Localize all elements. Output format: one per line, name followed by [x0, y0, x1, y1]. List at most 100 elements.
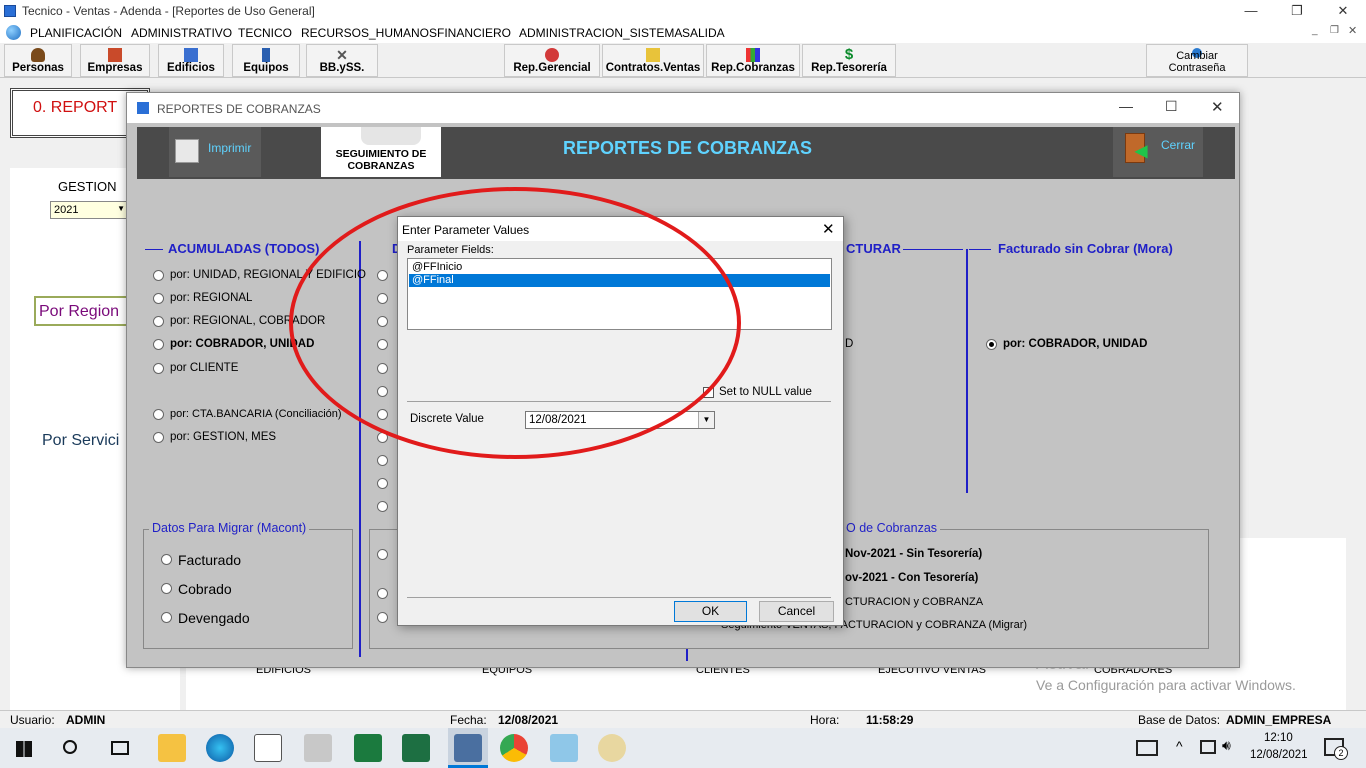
- cancel-button[interactable]: Cancel: [759, 601, 834, 622]
- group3-option: D: [845, 338, 854, 350]
- chrome-icon[interactable]: [500, 734, 528, 762]
- edge-icon[interactable]: [206, 734, 234, 762]
- radio-group2-3[interactable]: [377, 316, 388, 327]
- edificios-button[interactable]: Edificios: [158, 44, 224, 77]
- opt-devengado: Devengado: [178, 610, 250, 626]
- minimize-button[interactable]: —: [1228, 0, 1274, 22]
- keyboard-icon[interactable]: [1136, 740, 1158, 756]
- ok-button[interactable]: OK: [674, 601, 747, 622]
- reportes-title-bar: REPORTES DE COBRANZAS — ☐ ✕: [127, 93, 1239, 123]
- radio-cobrador-unidad[interactable]: [153, 339, 164, 350]
- radio-facturado[interactable]: [161, 554, 172, 565]
- radio-group2-5[interactable]: [377, 363, 388, 374]
- opt-sin-tesoreria[interactable]: Nov-2021 - Sin Tesorería): [845, 548, 982, 560]
- field-ffinicio[interactable]: @FFInicio: [409, 261, 830, 274]
- usuario-value: ADMIN: [66, 713, 106, 727]
- radio-mora-cobrador-unidad[interactable]: [986, 339, 997, 350]
- por-region-button[interactable]: Por Region: [34, 296, 130, 326]
- radio-group2-9[interactable]: [377, 455, 388, 466]
- migrar-group: [143, 529, 353, 649]
- task-view-icon[interactable]: [111, 741, 129, 755]
- equipos-button[interactable]: Equipos: [232, 44, 300, 77]
- discrete-value-input[interactable]: 12/08/2021 ▼: [525, 411, 715, 429]
- seguimiento-button[interactable]: SEGUIMIENTO DE COBRANZAS: [321, 127, 441, 177]
- radio-group2-2[interactable]: [377, 293, 388, 304]
- radio-lower-1[interactable]: [377, 549, 388, 560]
- vnc-icon[interactable]: [254, 734, 282, 762]
- mdi-minimize-icon[interactable]: _: [1312, 25, 1318, 36]
- menu-administrativo[interactable]: ADMINISTRATIVO: [131, 26, 232, 40]
- menu-planificacion[interactable]: PLANIFICACIÓN: [30, 26, 122, 40]
- paint-icon[interactable]: [598, 734, 626, 762]
- dropdown-chevron-icon[interactable]: ▼: [698, 412, 714, 428]
- cambiar-contrasena-button[interactable]: Cambiar Contraseña: [1146, 44, 1248, 77]
- search-icon[interactable]: [63, 740, 77, 754]
- null-checkbox[interactable]: [703, 387, 714, 398]
- radio-gestion-mes[interactable]: [153, 432, 164, 443]
- radio-lower-3[interactable]: [377, 612, 388, 623]
- active-app-tab[interactable]: [448, 728, 488, 768]
- radio-devengado[interactable]: [161, 612, 172, 623]
- radio-regional[interactable]: [153, 293, 164, 304]
- radio-group2-10[interactable]: [377, 478, 388, 489]
- opt-unidad-regional-edificio: por: UNIDAD, REGIONAL Y EDIFICIO: [170, 269, 366, 281]
- menu-recursos-humanos[interactable]: RECURSOS_HUMANOS: [301, 26, 437, 40]
- field-ffinal[interactable]: @FFinal: [409, 274, 830, 287]
- mdi-close-icon[interactable]: ✕: [1348, 24, 1357, 37]
- status-bar: Usuario: ADMIN Fecha: 12/08/2021 Hora: 1…: [0, 710, 1366, 728]
- project-icon[interactable]: [354, 734, 382, 762]
- windows-start-icon[interactable]: [16, 741, 32, 757]
- radio-unidad-regional-edificio[interactable]: [153, 270, 164, 281]
- radio-cobrado[interactable]: [161, 583, 172, 594]
- network-icon[interactable]: [1200, 740, 1216, 754]
- hora-value: 11:58:29: [866, 713, 914, 727]
- rep-cobranzas-button[interactable]: Rep.Cobranzas: [706, 44, 800, 77]
- clock-date[interactable]: 12/08/2021: [1250, 749, 1308, 761]
- file-explorer-icon[interactable]: [158, 734, 186, 762]
- radio-group2-6[interactable]: [377, 386, 388, 397]
- rep-minimize-button[interactable]: —: [1119, 98, 1133, 114]
- chevron-up-icon[interactable]: ^: [1176, 738, 1183, 754]
- rep-close-button[interactable]: ✕: [1211, 98, 1224, 116]
- opt-gestion-mes: por: GESTION, MES: [170, 431, 277, 443]
- notes-app-icon[interactable]: [550, 734, 578, 762]
- opt-con-tesoreria[interactable]: ov-2021 - Con Tesorería): [845, 572, 978, 584]
- close-button[interactable]: ✕: [1320, 0, 1366, 22]
- menu-financiero[interactable]: FINANCIERO: [437, 26, 511, 40]
- imprimir-button[interactable]: Imprimir: [169, 127, 261, 177]
- mdi-restore-icon[interactable]: ❐: [1330, 25, 1339, 36]
- cerrar-button[interactable]: ◀ Cerrar: [1113, 127, 1203, 177]
- opt-facturacion-cobranza[interactable]: CTURACION y COBRANZA: [845, 596, 983, 608]
- menu-administracion-sistema[interactable]: ADMINISTRACION_SISTEMA: [519, 26, 682, 40]
- radio-group2-4[interactable]: [377, 339, 388, 350]
- rep-gerencial-button[interactable]: Rep.Gerencial: [504, 44, 600, 77]
- menu-tecnico[interactable]: TECNICO: [238, 26, 292, 40]
- printer-icon: [175, 139, 199, 163]
- contratos-ventas-button[interactable]: Contratos.Ventas: [602, 44, 704, 77]
- excel-icon[interactable]: [402, 734, 430, 762]
- radio-cta-bancaria[interactable]: [153, 409, 164, 420]
- radio-group2-11[interactable]: [377, 501, 388, 512]
- empresas-button[interactable]: Empresas: [80, 44, 150, 77]
- gestion-select[interactable]: 2021 ▼: [50, 201, 128, 219]
- clock-time[interactable]: 12:10: [1264, 732, 1293, 744]
- personas-button[interactable]: Personas: [4, 44, 72, 77]
- dialog-close-button[interactable]: ✕: [822, 220, 835, 238]
- restore-button[interactable]: ❐: [1274, 0, 1320, 22]
- opt-regional-cobrador: por: REGIONAL, COBRADOR: [170, 315, 326, 327]
- menu-salida[interactable]: SALIDA: [682, 26, 725, 40]
- radio-group2-7[interactable]: [377, 409, 388, 420]
- radio-lower-2[interactable]: [377, 588, 388, 599]
- radio-cliente[interactable]: [153, 363, 164, 374]
- volume-icon[interactable]: 🔊︎: [1222, 737, 1231, 754]
- rep-tesoreria-button[interactable]: $ Rep.Tesorería: [802, 44, 896, 77]
- bbyss-button[interactable]: ✕ BB.ySS.: [306, 44, 378, 77]
- tools-app-icon[interactable]: [304, 734, 332, 762]
- parameter-fields-list[interactable]: @FFInicio @FFinal: [407, 258, 832, 330]
- radio-regional-cobrador[interactable]: [153, 316, 164, 327]
- person-icon: [31, 48, 45, 62]
- rep-maximize-button[interactable]: ☐: [1165, 98, 1178, 115]
- radio-group2-1[interactable]: [377, 270, 388, 281]
- por-servicio-button[interactable]: Por Servici: [42, 432, 119, 450]
- radio-group2-8[interactable]: [377, 432, 388, 443]
